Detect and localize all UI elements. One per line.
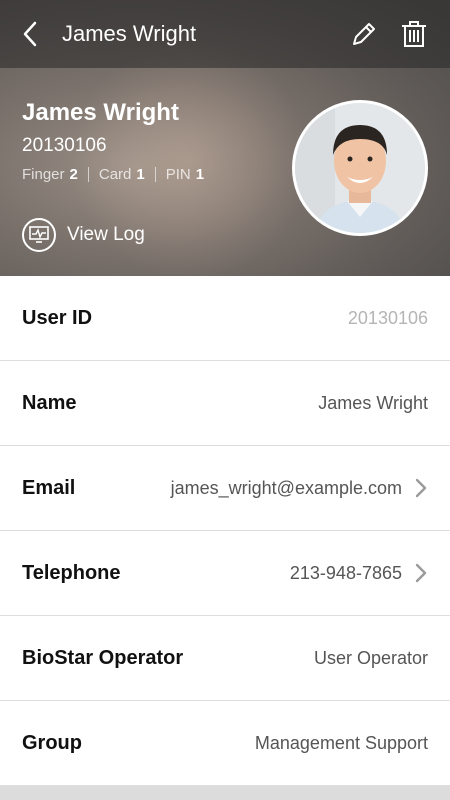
activity-log-icon <box>22 218 56 252</box>
field-value: 20130106 <box>347 307 428 328</box>
field-row-telephone[interactable]: Telephone 213-948-7865 <box>0 531 450 616</box>
field-label: User ID <box>22 306 93 329</box>
profile-name: James Wright <box>22 99 179 126</box>
chevron-left-icon <box>23 21 37 47</box>
field-row-name[interactable]: Name James Wright <box>0 361 450 446</box>
field-value: Management Support <box>254 732 428 753</box>
chevron-right-icon <box>415 563 427 583</box>
field-row-group[interactable]: Group Management Support <box>0 701 450 786</box>
field-value: User Operator <box>313 647 428 668</box>
credential-card: Card 1 <box>98 166 145 183</box>
pencil-icon <box>353 23 375 45</box>
top-app-bar: James Wright <box>0 0 450 68</box>
field-label: BioStar Operator <box>22 646 184 669</box>
avatar <box>292 100 428 236</box>
field-row-user-id: User ID 20130106 <box>0 276 450 361</box>
divider <box>154 167 156 182</box>
page-title: James Wright <box>62 21 197 46</box>
field-row-biostar-operator[interactable]: BioStar Operator User Operator <box>0 616 450 701</box>
edit-button[interactable] <box>348 18 380 50</box>
credential-finger: Finger 2 <box>22 166 78 183</box>
user-detail-list: User ID 20130106 Name James Wright Email… <box>0 276 450 786</box>
credential-counts: Finger 2 Card 1 PIN 1 <box>22 166 204 183</box>
delete-button[interactable] <box>398 18 430 50</box>
credential-pin: PIN 1 <box>165 166 205 183</box>
divider <box>87 167 89 182</box>
profile-user-id: 20130106 <box>22 135 107 156</box>
view-log-button[interactable]: View Log <box>22 218 145 252</box>
view-log-label: View Log <box>67 224 145 245</box>
field-value: James Wright <box>318 392 428 413</box>
field-label: Name <box>22 391 77 414</box>
user-photo <box>295 103 425 233</box>
chevron-right-icon <box>415 478 427 498</box>
trash-icon <box>402 21 426 47</box>
field-label: Email <box>22 476 76 499</box>
field-label: Group <box>22 731 82 754</box>
field-row-email[interactable]: Email james_wright@example.com <box>0 446 450 531</box>
field-label: Telephone <box>22 561 121 584</box>
field-value: james_wright@example.com <box>170 477 402 498</box>
bottom-edge <box>0 787 450 800</box>
back-button[interactable] <box>14 18 46 50</box>
field-value: 213-948-7865 <box>289 562 402 583</box>
profile-summary: James Wright 20130106 Finger 2 Card 1 PIN 1 <box>22 98 204 183</box>
